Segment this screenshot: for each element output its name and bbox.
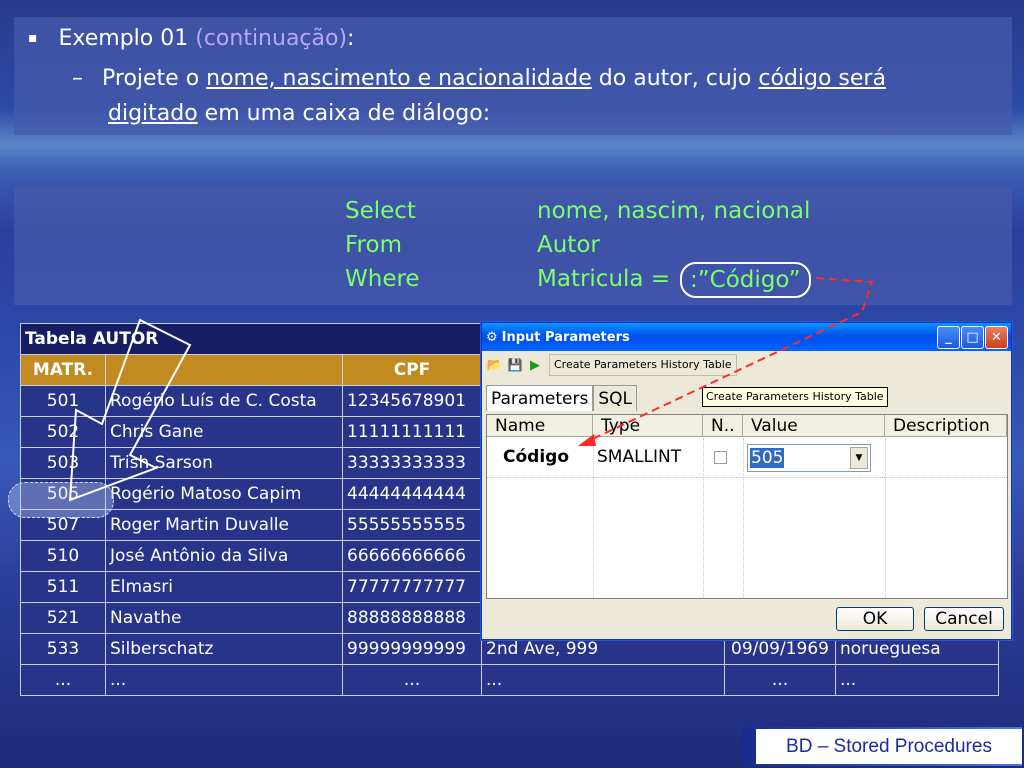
connector-arrow-icon (578, 277, 874, 446)
footer-title: BD – Stored Procedures (756, 729, 1022, 764)
